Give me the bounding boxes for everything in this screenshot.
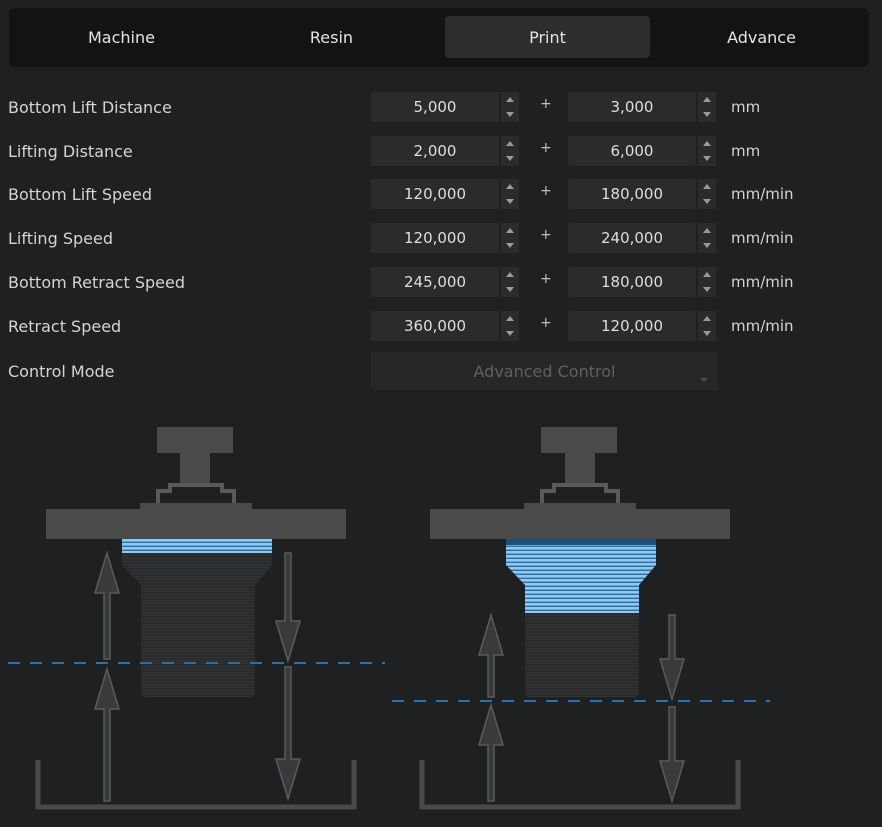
unit-label: mm/min: [731, 273, 794, 291]
extra-spinbox[interactable]: 6,000: [568, 136, 718, 166]
base-value[interactable]: 360,000: [371, 311, 499, 341]
extra-value[interactable]: 120,000: [568, 311, 696, 341]
tab-bar: Machine Resin Print Advance: [9, 8, 869, 67]
extra-spinbox[interactable]: 120,000: [568, 311, 718, 341]
param-row: Lifting Distance 2,000 + 6,000 mm: [0, 136, 882, 168]
unit-label: mm/min: [731, 317, 794, 335]
extra-value[interactable]: 180,000: [568, 267, 696, 297]
spin-down-icon[interactable]: [501, 194, 519, 209]
spin-up-icon[interactable]: [501, 267, 519, 282]
spin-up-icon[interactable]: [501, 92, 519, 107]
base-arrows: [501, 92, 519, 122]
spin-down-icon[interactable]: [698, 151, 716, 166]
spin-up-icon[interactable]: [698, 223, 716, 238]
spin-up-icon[interactable]: [501, 179, 519, 194]
base-arrows: [501, 267, 519, 297]
control-mode-select[interactable]: Advanced Control: [371, 352, 718, 390]
base-arrows: [501, 179, 519, 209]
bottom-lift-diagram: [8, 427, 385, 810]
extra-arrows: [698, 223, 716, 253]
plus-sign: +: [540, 183, 552, 199]
spin-up-icon[interactable]: [501, 311, 519, 326]
unit-label: mm: [731, 98, 761, 116]
base-spinbox[interactable]: 120,000: [371, 223, 521, 253]
unit-label: mm: [731, 142, 761, 160]
base-value[interactable]: 120,000: [371, 179, 499, 209]
tab-advance[interactable]: Advance: [659, 16, 864, 58]
spin-down-icon[interactable]: [698, 238, 716, 253]
tab-resin[interactable]: Resin: [229, 16, 434, 58]
spin-up-icon[interactable]: [501, 136, 519, 151]
base-spinbox[interactable]: 5,000: [371, 92, 521, 122]
base-spinbox[interactable]: 2,000: [371, 136, 521, 166]
extra-spinbox[interactable]: 180,000: [568, 179, 718, 209]
spin-down-icon[interactable]: [501, 326, 519, 341]
param-row: Bottom Lift Distance 5,000 + 3,000 mm: [0, 92, 882, 124]
base-spinbox[interactable]: 245,000: [371, 267, 521, 297]
spin-down-icon[interactable]: [698, 194, 716, 209]
plus-sign: +: [540, 96, 552, 112]
base-arrows: [501, 136, 519, 166]
param-row: Retract Speed 360,000 + 120,000 mm/min: [0, 311, 882, 343]
param-label: Lifting Speed: [8, 229, 113, 248]
base-spinbox[interactable]: 360,000: [371, 311, 521, 341]
tab-print[interactable]: Print: [445, 16, 650, 58]
unit-label: mm/min: [731, 185, 794, 203]
base-arrows: [501, 311, 519, 341]
control-mode-row: Control Mode Advanced Control: [0, 352, 882, 390]
param-row: Bottom Lift Speed 120,000 + 180,000 mm/m…: [0, 179, 882, 211]
spin-down-icon[interactable]: [501, 238, 519, 253]
extra-value[interactable]: 6,000: [568, 136, 696, 166]
extra-value[interactable]: 180,000: [568, 179, 696, 209]
lift-diagram: [392, 427, 770, 810]
plus-sign: +: [540, 271, 552, 287]
spin-up-icon[interactable]: [698, 136, 716, 151]
param-row: Bottom Retract Speed 245,000 + 180,000 m…: [0, 267, 882, 299]
dropdown-caret-icon: [700, 368, 708, 387]
base-spinbox[interactable]: 120,000: [371, 179, 521, 209]
spin-down-icon[interactable]: [698, 282, 716, 297]
extra-spinbox[interactable]: 3,000: [568, 92, 718, 122]
base-value[interactable]: 2,000: [371, 136, 499, 166]
spin-up-icon[interactable]: [698, 179, 716, 194]
lift-retract-diagram: [8, 427, 770, 810]
plus-sign: +: [540, 315, 552, 331]
spin-down-icon[interactable]: [501, 107, 519, 122]
unit-label: mm/min: [731, 229, 794, 247]
extra-value[interactable]: 3,000: [568, 92, 696, 122]
tab-machine[interactable]: Machine: [19, 16, 224, 58]
extra-arrows: [698, 92, 716, 122]
base-value[interactable]: 245,000: [371, 267, 499, 297]
param-label: Retract Speed: [8, 317, 122, 336]
param-label: Bottom Lift Distance: [8, 98, 172, 117]
control-mode-value: Advanced Control: [473, 361, 616, 381]
spin-up-icon[interactable]: [698, 92, 716, 107]
plus-sign: +: [540, 140, 552, 156]
base-value[interactable]: 5,000: [371, 92, 499, 122]
extra-arrows: [698, 311, 716, 341]
spin-up-icon[interactable]: [698, 311, 716, 326]
base-arrows: [501, 223, 519, 253]
spin-up-icon[interactable]: [501, 223, 519, 238]
extra-spinbox[interactable]: 180,000: [568, 267, 718, 297]
param-label: Bottom Retract Speed: [8, 273, 185, 292]
extra-spinbox[interactable]: 240,000: [568, 223, 718, 253]
spin-down-icon[interactable]: [698, 107, 716, 122]
param-label: Bottom Lift Speed: [8, 185, 152, 204]
param-row: Lifting Speed 120,000 + 240,000 mm/min: [0, 223, 882, 255]
spin-down-icon[interactable]: [698, 326, 716, 341]
extra-arrows: [698, 136, 716, 166]
spin-down-icon[interactable]: [501, 282, 519, 297]
spin-up-icon[interactable]: [698, 267, 716, 282]
control-mode-label: Control Mode: [8, 362, 115, 381]
plus-sign: +: [540, 227, 552, 243]
extra-value[interactable]: 240,000: [568, 223, 696, 253]
spin-down-icon[interactable]: [501, 151, 519, 166]
extra-arrows: [698, 179, 716, 209]
extra-arrows: [698, 267, 716, 297]
base-value[interactable]: 120,000: [371, 223, 499, 253]
param-label: Lifting Distance: [8, 142, 133, 161]
